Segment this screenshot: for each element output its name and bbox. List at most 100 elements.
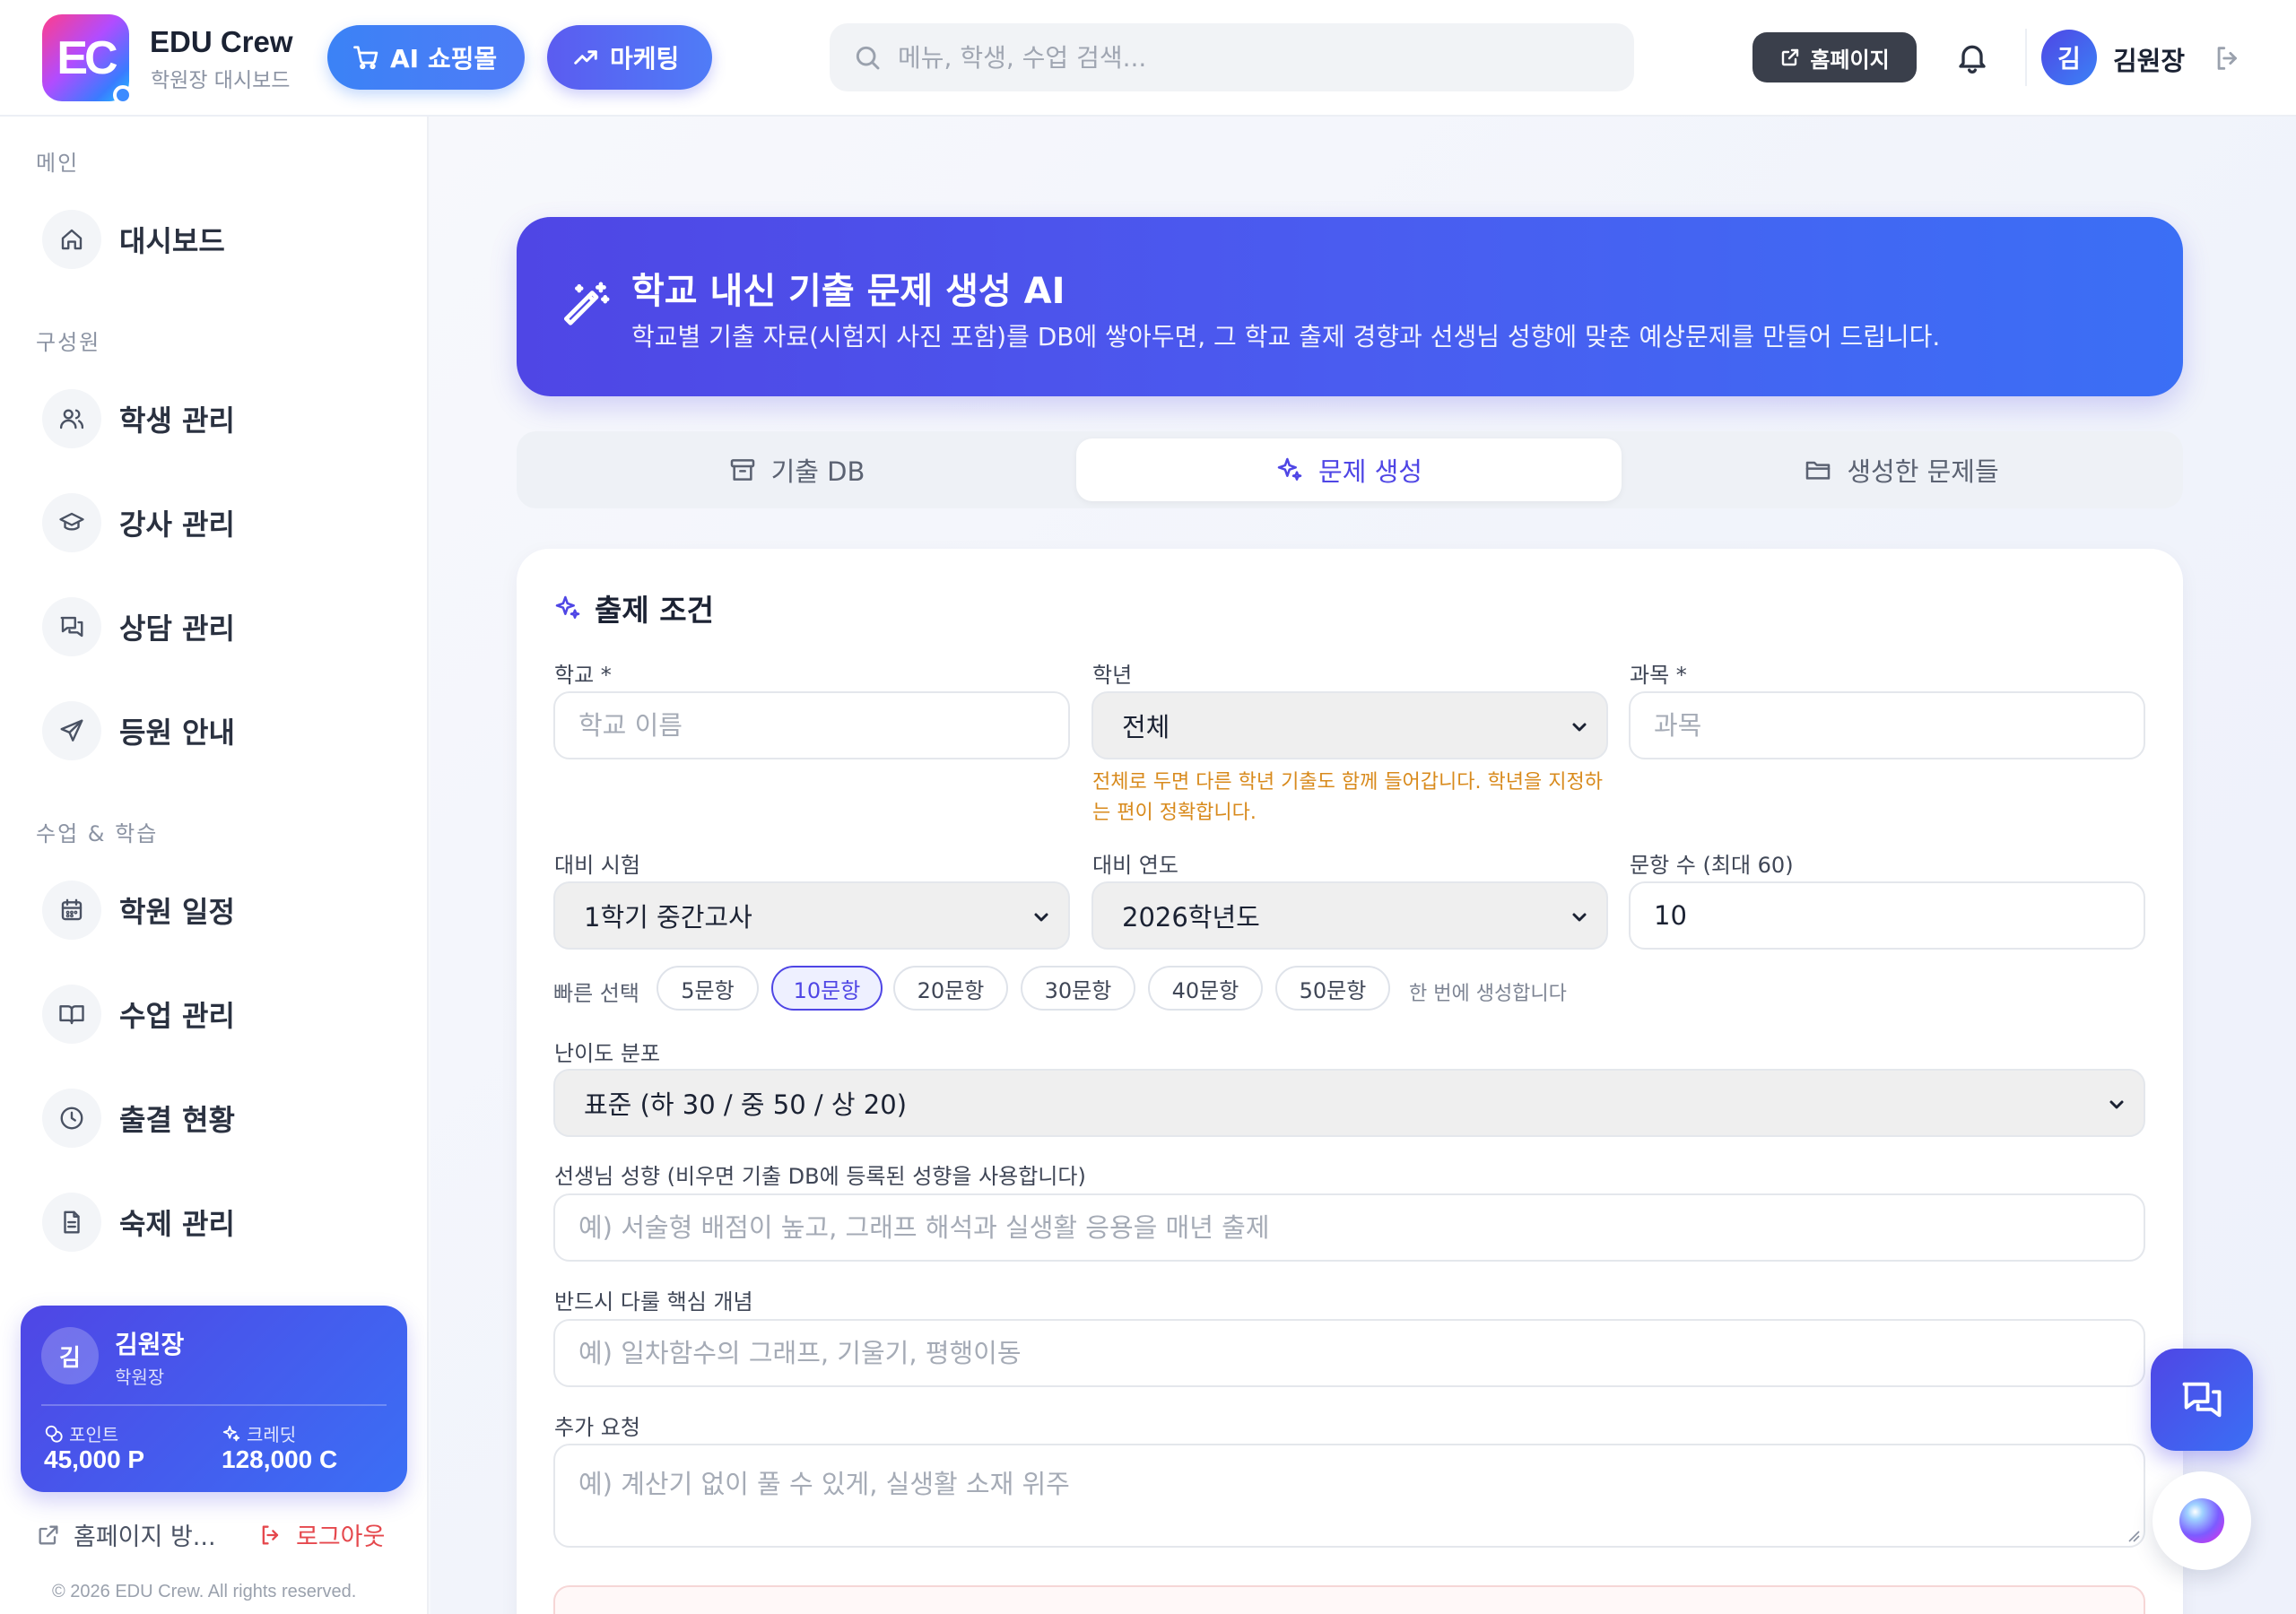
external-link-icon xyxy=(1779,47,1801,68)
notice-box xyxy=(553,1585,2145,1614)
chevron-down-icon xyxy=(1569,716,1590,738)
sidebar-item-teachers[interactable]: 강사 관리 xyxy=(42,493,235,552)
exam-label: 대비 시험 xyxy=(554,853,640,878)
subject-label: 과목 * xyxy=(1630,663,1687,688)
logo-text: EC xyxy=(57,31,117,84)
tab-bar: 기출 DB 문제 생성 생성한 문제들 xyxy=(517,431,2183,508)
sparkles-icon xyxy=(553,594,582,622)
profile-divider xyxy=(41,1404,387,1406)
chevron-down-icon xyxy=(1569,907,1590,928)
sidebar-item-counseling[interactable]: 상담 관리 xyxy=(42,597,235,656)
teacher-tendency-label: 선생님 성향 (비우면 기출 DB에 등록된 성향을 사용합니다) xyxy=(554,1164,1086,1189)
exam-select[interactable]: 1학기 중간고사 xyxy=(553,881,1070,950)
sidebar-item-attendance[interactable]: 출결 현황 xyxy=(42,1089,235,1148)
difficulty-select[interactable]: 표준 (하 30 / 중 50 / 상 20) xyxy=(553,1069,2145,1137)
grade-select[interactable]: 전체 xyxy=(1091,691,1608,759)
core-concepts-input[interactable] xyxy=(553,1319,2145,1387)
subject-input[interactable] xyxy=(1629,691,2145,759)
difficulty-label: 난이도 분포 xyxy=(554,1041,661,1066)
sidebar-item-homework[interactable]: 숙제 관리 xyxy=(42,1193,235,1252)
calendar-icon xyxy=(42,881,101,940)
sidebar-item-dashboard[interactable]: 대시보드 xyxy=(42,210,225,269)
teacher-tendency-input[interactable] xyxy=(553,1193,2145,1262)
chevron-down-icon xyxy=(2106,1094,2127,1115)
chat-icon xyxy=(2179,1376,2225,1423)
count-input[interactable] xyxy=(1629,881,2145,950)
sidebar-item-attendance-notice[interactable]: 등원 안내 xyxy=(42,701,235,760)
credits-label: 크레딧 xyxy=(247,1424,297,1445)
logout-icon[interactable] xyxy=(2213,43,2243,74)
points-label: 포인트 xyxy=(69,1424,119,1445)
section-title-label: 출제 조건 xyxy=(595,593,714,628)
homepage-link[interactable]: 홈페이지 방... xyxy=(36,1517,216,1552)
quick-option-10[interactable]: 10문항 xyxy=(771,966,883,1011)
users-icon xyxy=(42,389,101,448)
chat-fab-button[interactable] xyxy=(2151,1349,2253,1451)
app-logo[interactable]: EC xyxy=(42,14,133,105)
coins-icon xyxy=(44,1424,64,1444)
home-icon xyxy=(42,210,101,269)
top-bar: EC EDU Crew 학원장 대시보드 AI 쇼핑몰 마케팅 홈페이지 김 김… xyxy=(0,0,2296,117)
profile-role: 학원장 xyxy=(115,1367,165,1388)
ai-shop-label: AI 쇼핑몰 xyxy=(390,44,498,74)
user-name[interactable]: 김원장 xyxy=(2113,40,2185,78)
tab-exam-db[interactable]: 기출 DB xyxy=(524,438,1069,501)
folder-icon xyxy=(1804,456,1832,484)
bell-icon[interactable] xyxy=(1954,39,1990,75)
sidebar-item-schedule[interactable]: 학원 일정 xyxy=(42,881,235,940)
sparkles-icon xyxy=(222,1424,241,1444)
exam-value: 1학기 중간고사 xyxy=(584,902,752,933)
sidebar-item-label: 출결 현황 xyxy=(119,1103,235,1137)
sidebar-item-label: 등원 안내 xyxy=(119,716,235,750)
quick-option-50[interactable]: 50문항 xyxy=(1275,966,1390,1011)
tab-label: 생성한 문제들 xyxy=(1847,456,1999,487)
tab-label: 문제 생성 xyxy=(1318,456,1422,487)
global-search[interactable] xyxy=(830,23,1634,91)
homepage-label: 홈페이지 xyxy=(1810,47,1890,73)
ai-shop-button[interactable]: AI 쇼핑몰 xyxy=(327,25,525,90)
extra-request-textarea[interactable] xyxy=(553,1444,2145,1548)
points-value: 45,000 P xyxy=(44,1445,145,1473)
quick-option-40[interactable]: 40문항 xyxy=(1148,966,1263,1011)
tab-label: 기출 DB xyxy=(770,456,865,487)
send-icon xyxy=(42,701,101,760)
homepage-button[interactable]: 홈페이지 xyxy=(1752,32,1917,82)
quick-option-5[interactable]: 5문항 xyxy=(657,966,759,1011)
sidebar-item-classes[interactable]: 수업 관리 xyxy=(42,985,235,1044)
sidebar-item-students[interactable]: 학생 관리 xyxy=(42,389,235,448)
year-select[interactable]: 2026학년도 xyxy=(1091,881,1608,950)
sidebar-item-label: 상담 관리 xyxy=(119,612,235,646)
header-divider xyxy=(2025,29,2027,86)
school-input[interactable] xyxy=(553,691,1070,759)
page-subtitle: 학교별 기출 자료(시험지 사진 포함)를 DB에 쌓아두면, 그 학교 출제 … xyxy=(631,322,1941,351)
brand-subtitle: 학원장 대시보드 xyxy=(151,69,291,92)
logout-link-label: 로그아웃 xyxy=(296,1523,386,1551)
difficulty-value: 표준 (하 30 / 중 50 / 상 20) xyxy=(584,1089,908,1120)
tab-generate[interactable]: 문제 생성 xyxy=(1076,438,1622,501)
ai-assistant-button[interactable] xyxy=(2152,1471,2251,1570)
credits-label-row: 크레딧 xyxy=(222,1420,296,1446)
extra-request-label: 추가 요청 xyxy=(554,1415,640,1440)
section-label-classes: 수업 & 학습 xyxy=(36,821,159,846)
sidebar-item-label: 학생 관리 xyxy=(119,404,235,438)
graduation-cap-icon xyxy=(42,493,101,552)
avatar[interactable]: 김 xyxy=(2041,30,2097,85)
tab-generated-list[interactable]: 생성한 문제들 xyxy=(1629,438,2174,501)
external-link-icon xyxy=(36,1523,61,1548)
marketing-button[interactable]: 마케팅 xyxy=(547,25,712,90)
quick-option-30[interactable]: 30문항 xyxy=(1021,966,1135,1011)
book-icon xyxy=(42,985,101,1044)
archive-icon xyxy=(728,456,757,484)
grade-value: 전체 xyxy=(1122,712,1170,742)
clock-icon xyxy=(42,1089,101,1148)
sparkles-icon xyxy=(1275,456,1304,484)
grade-label: 학년 xyxy=(1092,663,1133,688)
resize-handle-icon[interactable] xyxy=(2127,1530,2140,1542)
quick-option-20[interactable]: 20문항 xyxy=(893,966,1008,1011)
logout-link[interactable]: 로그아웃 xyxy=(258,1517,385,1552)
sidebar-item-label: 학원 일정 xyxy=(119,895,235,929)
logo-status-dot xyxy=(113,85,133,105)
profile-card[interactable]: 김 김원장 학원장 포인트 45,000 P 크레딧 128,000 C xyxy=(21,1306,407,1492)
page-title: 학교 내신 기출 문제 생성 AI xyxy=(631,271,1065,312)
search-input[interactable] xyxy=(898,42,1579,73)
